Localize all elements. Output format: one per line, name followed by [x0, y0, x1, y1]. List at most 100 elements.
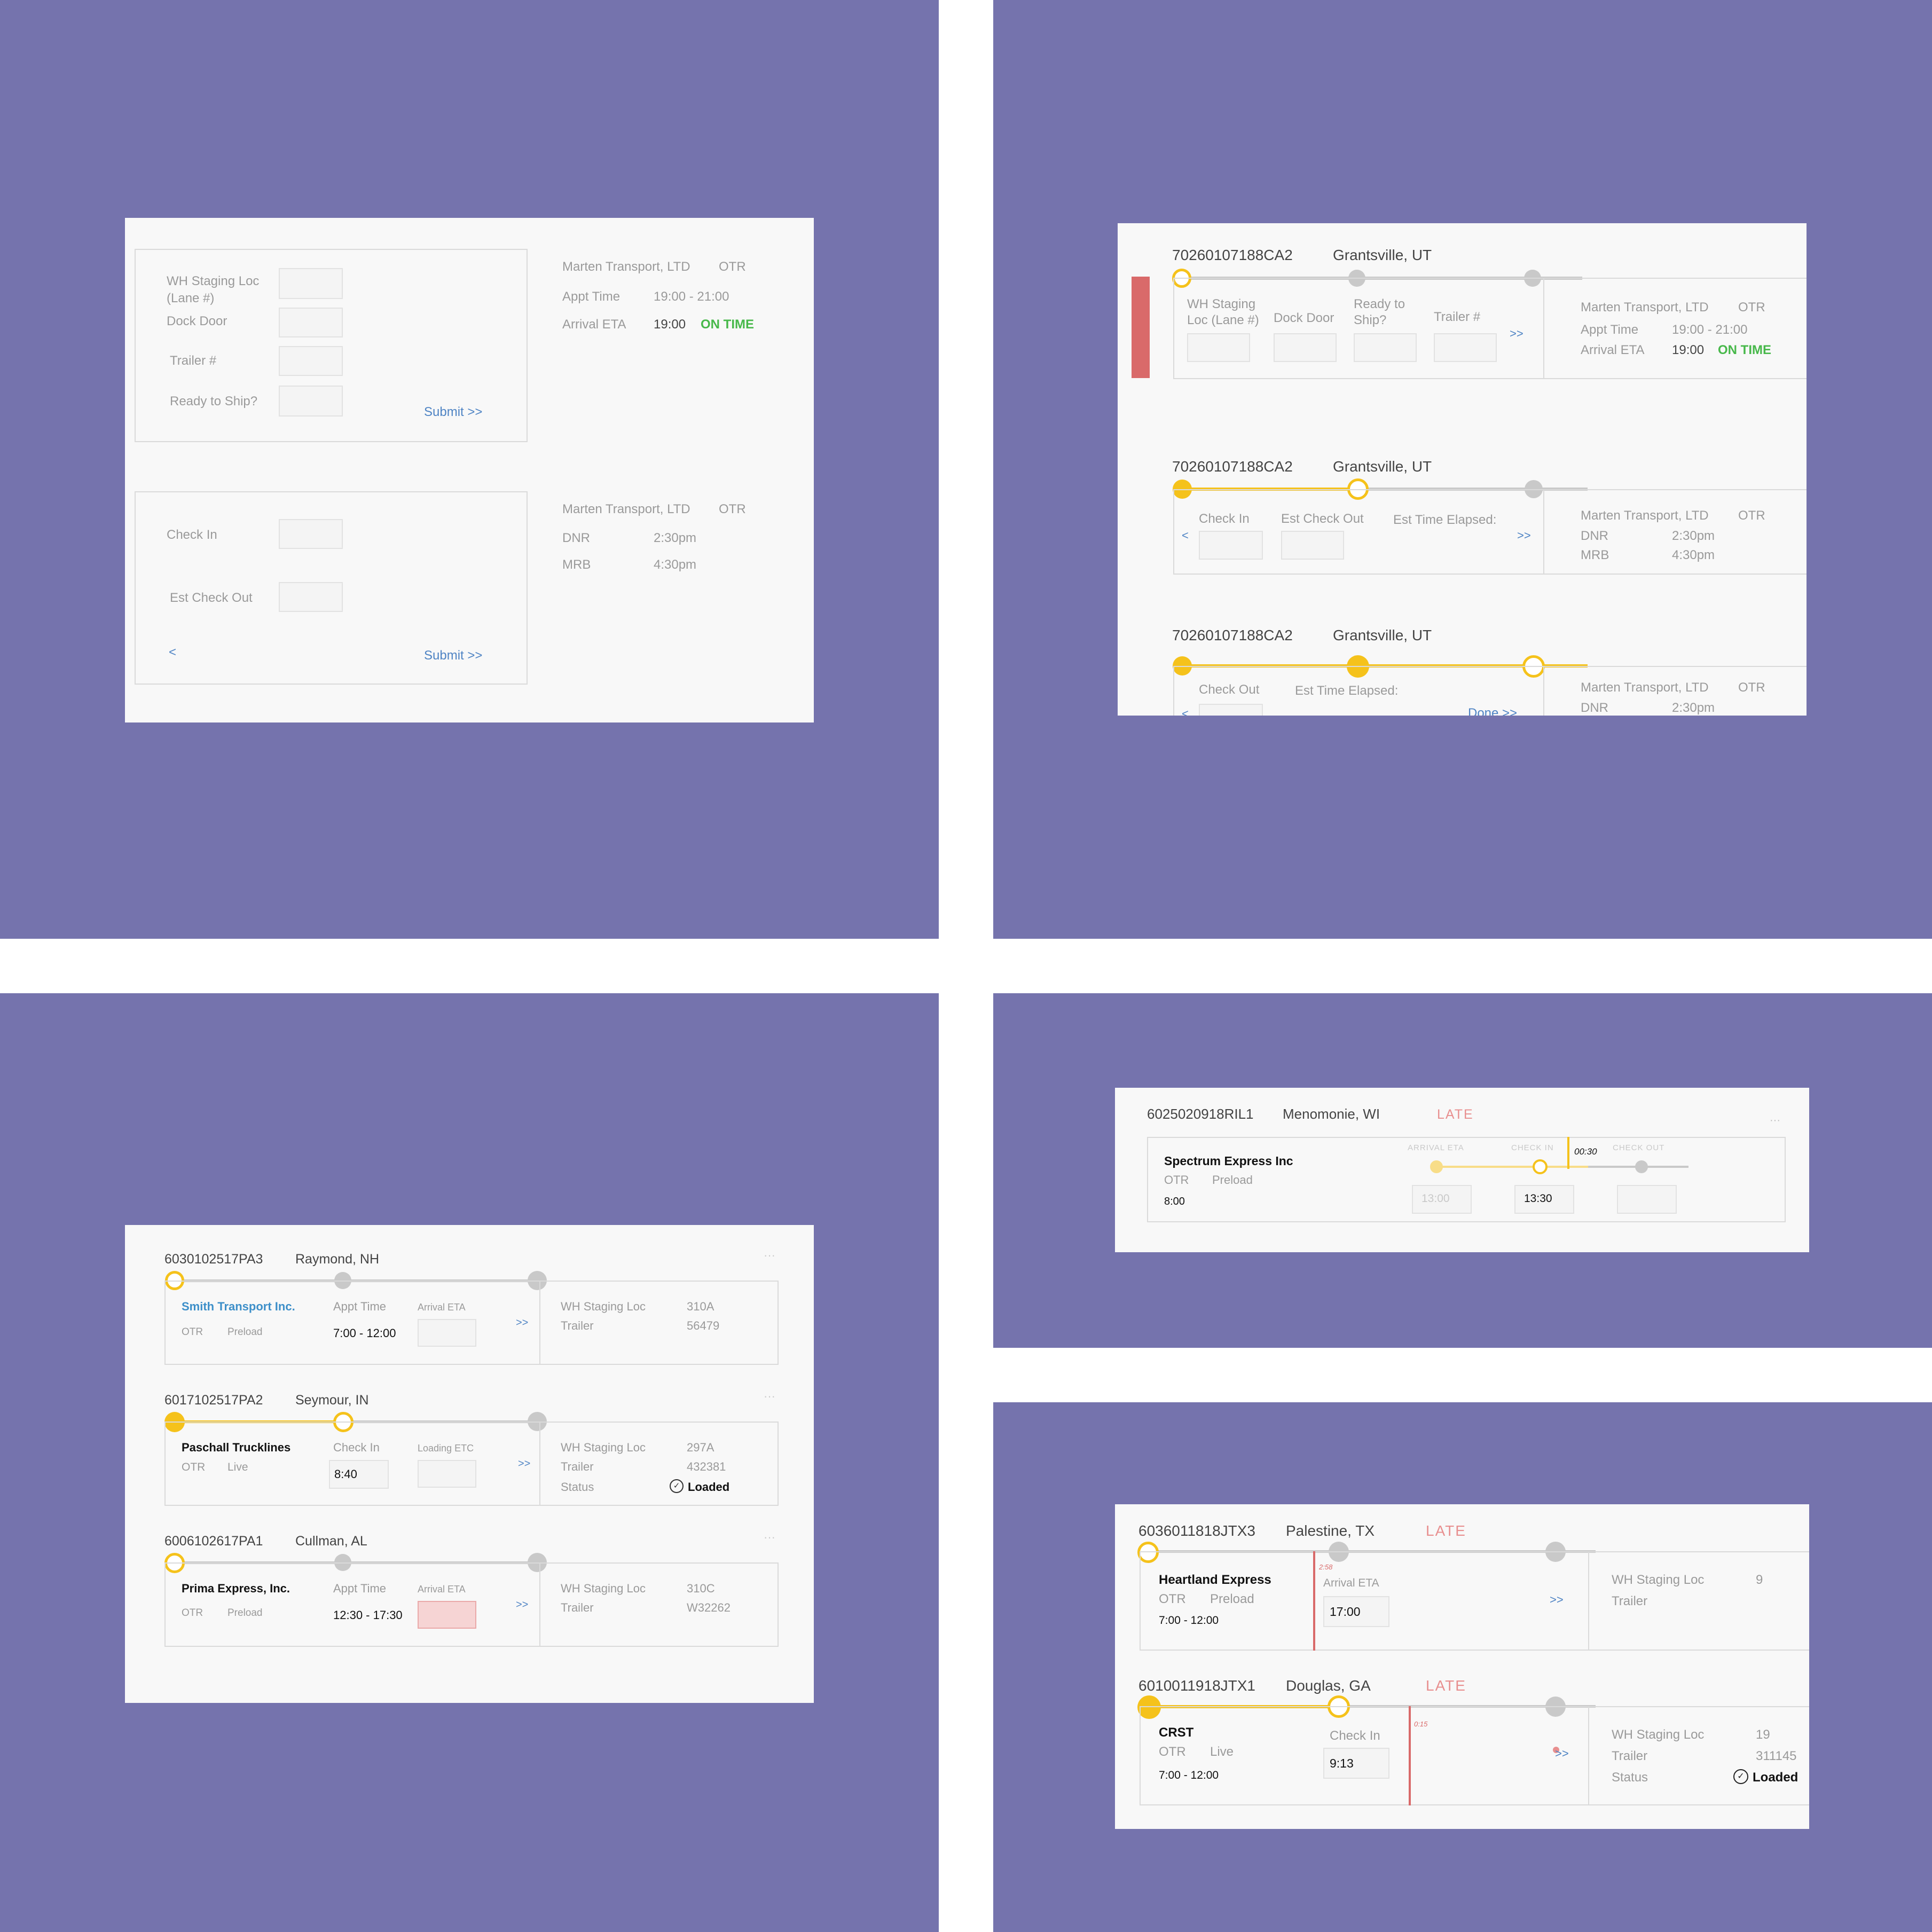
check-out-input[interactable]: [1199, 704, 1263, 716]
appt-time-value: 19:00 - 21:00: [654, 289, 729, 304]
carrier-type-2: OTR: [719, 502, 746, 516]
carrier-name: Spectrum Express Inc: [1164, 1154, 1293, 1168]
more-menu-3[interactable]: ···: [764, 1530, 775, 1544]
carrier-type-2: OTR: [1159, 1745, 1186, 1759]
arrival-eta-value: 19:00: [654, 317, 686, 332]
trailer-input[interactable]: [1434, 333, 1497, 362]
next-button-3[interactable]: >>: [516, 1599, 528, 1611]
shipment-id-3: 70260107188CA2: [1172, 627, 1293, 643]
dnr-label: DNR: [1581, 529, 1608, 543]
next-button[interactable]: >>: [516, 1317, 528, 1329]
wh-staging-value-2: 297A: [687, 1441, 714, 1454]
shipment-location: Palestine, TX: [1286, 1522, 1375, 1539]
field-est-check-out: Est Check Out: [1281, 512, 1364, 526]
wh-staging-label-3: WH Staging Loc: [561, 1582, 646, 1595]
shipment-id: 6036011818JTX3: [1138, 1522, 1255, 1539]
back-button-3[interactable]: <: [1182, 707, 1189, 716]
trailer-value: 56479: [687, 1319, 720, 1332]
shipment-id-2: 6017102517PA2: [164, 1393, 263, 1408]
more-menu-2[interactable]: ···: [764, 1389, 775, 1403]
est-check-out-input[interactable]: [279, 582, 343, 612]
next-button[interactable]: >>: [1550, 1593, 1564, 1607]
shipment-id: 6030102517PA3: [164, 1252, 263, 1267]
row-divider-3: [1543, 666, 1544, 716]
step-check-out: [1635, 1160, 1648, 1173]
appt-time-value: 7:00 - 12:00: [333, 1326, 396, 1340]
submit-button-2[interactable]: Submit >>: [424, 648, 482, 663]
panel-4-card: 6025020918RIL1 Menomonie, WI LATE ··· Sp…: [1115, 1088, 1809, 1252]
carrier-mode-2: Live: [227, 1461, 248, 1473]
submit-button[interactable]: Submit >>: [424, 405, 482, 420]
trailer-label-2: Trailer: [1612, 1749, 1648, 1763]
check-in-input[interactable]: [279, 519, 343, 549]
carrier-mode: Preload: [227, 1326, 263, 1338]
trailer-input[interactable]: [279, 346, 343, 376]
wh-staging-input[interactable]: [279, 268, 343, 299]
check-out-input[interactable]: [1617, 1185, 1677, 1214]
back-button[interactable]: <: [1182, 529, 1189, 543]
more-menu[interactable]: ···: [1770, 1114, 1780, 1127]
appt-time-label: Appt Time: [562, 289, 621, 304]
carrier-name-2: CRST: [1159, 1725, 1194, 1740]
carrier-type-3: OTR: [182, 1607, 203, 1619]
wh-staging-value-2: 19: [1756, 1727, 1770, 1742]
next-button-2[interactable]: >>: [1555, 1747, 1569, 1761]
est-check-out-input[interactable]: [1281, 531, 1344, 560]
arrival-eta-input[interactable]: [418, 1319, 476, 1347]
done-button[interactable]: Done >>: [1468, 706, 1517, 716]
shipment-location: Raymond, NH: [295, 1252, 379, 1267]
wh-staging-value: 310A: [687, 1300, 714, 1313]
carrier-name-2: Marten Transport, LTD: [1581, 508, 1709, 523]
more-menu[interactable]: ···: [764, 1248, 775, 1262]
field-est-time-elapsed-3: Est Time Elapsed:: [1295, 684, 1399, 698]
row-divider-2: [1543, 489, 1544, 575]
progress-fill: [1438, 1166, 1588, 1168]
next-button-2[interactable]: >>: [518, 1458, 530, 1470]
status-label: Status: [561, 1480, 594, 1494]
label-ready-to-ship: Ready to Ship?: [170, 394, 258, 409]
late-marker: [1313, 1551, 1315, 1651]
status-label-2: Status: [1612, 1770, 1648, 1785]
next-button-2[interactable]: >>: [1517, 529, 1531, 543]
carrier-type-2: OTR: [182, 1461, 206, 1473]
carrier-name: Heartland Express: [1159, 1573, 1271, 1587]
trailer-value-3: W32262: [687, 1601, 731, 1614]
carrier-name: Marten Transport, LTD: [562, 260, 690, 274]
back-button[interactable]: <: [169, 645, 176, 660]
panel-3-card: 6030102517PA3 Raymond, NH ··· Smith Tran…: [125, 1225, 814, 1703]
carrier-type: OTR: [1159, 1592, 1186, 1606]
arrival-eta-input-late[interactable]: [418, 1601, 476, 1629]
field-wh-staging: WH Staging: [1187, 297, 1256, 311]
appt-time-2: 7:00 - 12:00: [1159, 1769, 1219, 1781]
check-in-input[interactable]: [1199, 531, 1263, 560]
carrier-link[interactable]: Smith Transport Inc.: [182, 1300, 295, 1314]
next-button[interactable]: >>: [1510, 327, 1523, 341]
dnr-value: 2:30pm: [1672, 529, 1715, 543]
ready-to-ship-input[interactable]: [1354, 333, 1417, 362]
label-wh-staging: WH Staging Loc: [167, 274, 260, 288]
shipment-id: 6025020918RIL1: [1147, 1106, 1254, 1122]
carrier-type: OTR: [1164, 1173, 1189, 1187]
wh-staging-label-2: WH Staging Loc: [1612, 1727, 1705, 1742]
late-status: LATE: [1426, 1522, 1466, 1539]
carrier-type: OTR: [1738, 300, 1765, 315]
dock-door-input[interactable]: [279, 308, 343, 337]
field-ship: Ship?: [1354, 313, 1387, 327]
ready-to-ship-input[interactable]: [279, 386, 343, 417]
shipment-location-2: Douglas, GA: [1286, 1677, 1371, 1694]
appt-time: 8:00: [1164, 1196, 1185, 1207]
shipment-location-3: Grantsville, UT: [1333, 627, 1432, 643]
carrier-name-2: Marten Transport, LTD: [562, 502, 690, 516]
dock-door-input[interactable]: [1274, 333, 1337, 362]
wh-staging-input[interactable]: [1187, 333, 1250, 362]
loading-etc-input[interactable]: [418, 1460, 476, 1488]
wh-staging-label: WH Staging Loc: [561, 1300, 646, 1313]
wh-staging-value-3: 310C: [687, 1582, 715, 1595]
shipment-id-2: 70260107188CA2: [1172, 458, 1293, 475]
appt-time: 7:00 - 12:00: [1159, 1614, 1219, 1627]
label-trailer: Trailer #: [170, 354, 217, 368]
arrival-eta-label: Arrival ETA: [418, 1302, 466, 1313]
late-marker-label-2: 0:15: [1414, 1720, 1428, 1728]
carrier-name-2: Paschall Trucklines: [182, 1441, 291, 1454]
check-circle-icon: ✓: [1733, 1769, 1748, 1784]
